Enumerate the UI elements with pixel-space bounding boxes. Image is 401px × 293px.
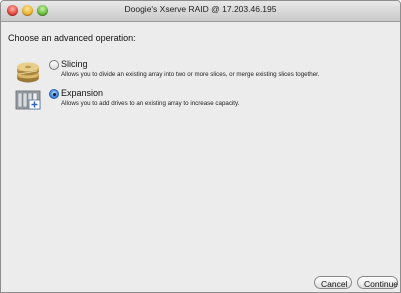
- expansion-label: Expansion: [61, 88, 104, 98]
- expansion-radio[interactable]: [49, 89, 59, 99]
- dialog-window: Doogie's Xserve RAID @ 17.203.46.195 Cho…: [0, 0, 401, 293]
- zoom-window-button[interactable]: [37, 5, 48, 16]
- close-window-button[interactable]: [7, 5, 18, 16]
- title-bar[interactable]: Doogie's Xserve RAID @ 17.203.46.195: [1, 1, 400, 22]
- operation-heading: Choose an advanced operation:: [8, 33, 136, 43]
- window-title: Doogie's Xserve RAID @ 17.203.46.195: [124, 4, 277, 14]
- drive-expansion-icon: [15, 90, 41, 110]
- option-expansion[interactable]: Expansion Allows you to add drives to an…: [1, 88, 400, 129]
- minimize-window-button[interactable]: [22, 5, 33, 16]
- slicing-label: Slicing: [61, 59, 88, 69]
- slicing-radio[interactable]: [49, 60, 59, 70]
- disk-slices-icon: [17, 62, 39, 83]
- continue-button[interactable]: Continue: [357, 276, 398, 289]
- expansion-description: Allows you to add drives to an existing …: [61, 100, 240, 107]
- content-area: Choose an advanced operation: Slicing Al…: [1, 22, 400, 292]
- slicing-description: Allows you to divide an existing array i…: [61, 71, 320, 78]
- cancel-button[interactable]: Cancel: [314, 276, 352, 289]
